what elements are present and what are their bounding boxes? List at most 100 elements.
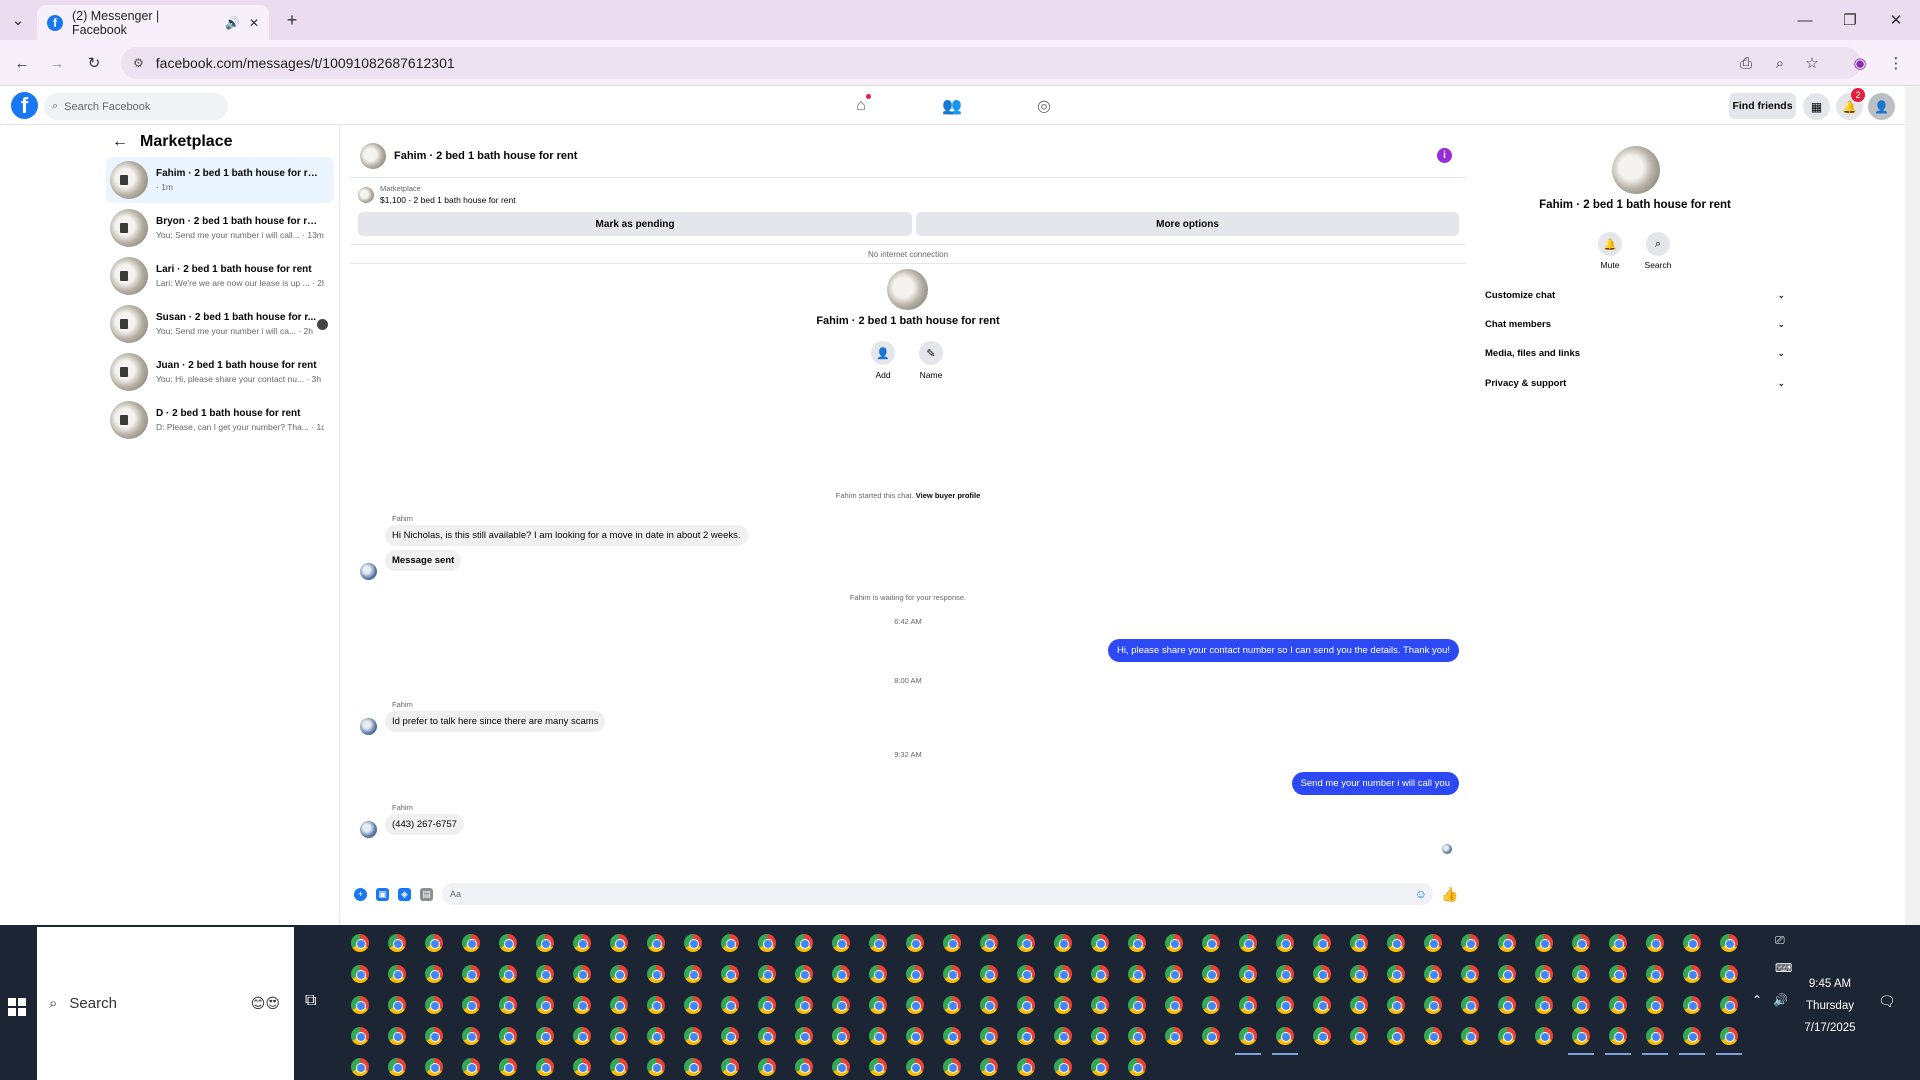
- chrome-window-icon[interactable]: [1387, 965, 1405, 983]
- chrome-window-icon[interactable]: [1091, 1058, 1109, 1076]
- chrome-window-icon[interactable]: [1091, 1027, 1109, 1045]
- chrome-window-icon[interactable]: [1498, 965, 1516, 983]
- chrome-window-icon[interactable]: [906, 934, 924, 952]
- friends-icon[interactable]: 👥: [941, 95, 963, 117]
- groups-icon[interactable]: ◎: [1033, 95, 1055, 117]
- chrome-window-icon[interactable]: [1165, 965, 1183, 983]
- chrome-window-icon[interactable]: [388, 934, 406, 952]
- chrome-window-icon[interactable]: [647, 996, 665, 1014]
- chrome-window-icon[interactable]: [610, 965, 628, 983]
- chrome-window-icon[interactable]: [795, 965, 813, 983]
- chrome-window-icon[interactable]: [1572, 934, 1590, 952]
- chrome-window-icon[interactable]: [647, 1027, 665, 1045]
- chrome-window-icon[interactable]: [1609, 996, 1627, 1014]
- chrome-window-icon[interactable]: [943, 965, 961, 983]
- chrome-window-icon[interactable]: [721, 934, 739, 952]
- conversation-item[interactable]: Fahim · 2 bed 1 bath house for rent · 1m: [106, 157, 334, 203]
- plus-icon[interactable]: +: [354, 887, 367, 901]
- tray-overflow-chevron-icon[interactable]: ⌃: [1752, 993, 1762, 1007]
- chrome-window-icon[interactable]: [684, 1027, 702, 1045]
- incoming-message[interactable]: (443) 267-6757: [385, 814, 464, 835]
- chrome-window-icon[interactable]: [1128, 1027, 1146, 1045]
- chrome-window-icon[interactable]: [388, 996, 406, 1014]
- minimize-button[interactable]: —: [1795, 10, 1815, 30]
- chrome-window-icon[interactable]: [1642, 1027, 1668, 1055]
- chrome-window-icon[interactable]: [869, 965, 887, 983]
- chrome-window-icon[interactable]: [1679, 1027, 1705, 1055]
- chrome-window-icon[interactable]: [1128, 934, 1146, 952]
- chrome-window-icon[interactable]: [721, 965, 739, 983]
- chrome-window-icon[interactable]: [647, 965, 665, 983]
- chrome-window-icon[interactable]: [721, 996, 739, 1014]
- chrome-window-icon[interactable]: [1091, 934, 1109, 952]
- more-options-button[interactable]: More options: [916, 212, 1459, 236]
- facebook-logo-icon[interactable]: f: [11, 92, 38, 119]
- chrome-window-icon[interactable]: [1683, 996, 1701, 1014]
- chrome-window-icon[interactable]: [1165, 1027, 1183, 1045]
- chrome-window-icon[interactable]: [1313, 934, 1331, 952]
- browser-tab[interactable]: f (2) Messenger | Facebook 🔊 ✕: [37, 5, 269, 40]
- chrome-window-icon[interactable]: [1239, 965, 1257, 983]
- chrome-window-icon[interactable]: [1350, 934, 1368, 952]
- chrome-window-icon[interactable]: [1017, 934, 1035, 952]
- chrome-window-icon[interactable]: [1313, 965, 1331, 983]
- windows-start-icon[interactable]: [8, 998, 26, 1016]
- chrome-window-icon[interactable]: [388, 1058, 406, 1076]
- chrome-window-icon[interactable]: [1720, 996, 1738, 1014]
- volume-icon[interactable]: 🔊: [1773, 993, 1788, 1007]
- chrome-window-icon[interactable]: [536, 1058, 554, 1076]
- chrome-window-icon[interactable]: [1605, 1027, 1631, 1055]
- chrome-window-icon[interactable]: [906, 965, 924, 983]
- chrome-window-icon[interactable]: [758, 934, 776, 952]
- chrome-window-icon[interactable]: [869, 996, 887, 1014]
- chrome-window-icon[interactable]: [684, 965, 702, 983]
- chrome-window-icon[interactable]: [758, 1058, 776, 1076]
- chrome-window-icon[interactable]: [462, 1027, 480, 1045]
- omnibox[interactable]: ⚙ facebook.com/messages/t/10091082687612…: [121, 47, 1861, 79]
- chrome-window-icon[interactable]: [1202, 1027, 1220, 1045]
- chrome-window-icon[interactable]: [684, 1058, 702, 1076]
- chrome-window-icon[interactable]: [1276, 965, 1294, 983]
- photo-icon[interactable]: ▣: [376, 887, 389, 901]
- chrome-window-icon[interactable]: [832, 996, 850, 1014]
- chrome-window-icon[interactable]: [351, 934, 369, 952]
- chrome-window-icon[interactable]: [1461, 996, 1479, 1014]
- chrome-window-icon[interactable]: [1498, 934, 1516, 952]
- menu-grid-icon[interactable]: ▦: [1803, 93, 1830, 120]
- chrome-window-icon[interactable]: [1535, 934, 1553, 952]
- chrome-window-icon[interactable]: [610, 996, 628, 1014]
- chrome-window-icon[interactable]: [1239, 996, 1257, 1014]
- chrome-window-icon[interactable]: [1350, 1027, 1368, 1045]
- chrome-window-icon[interactable]: [1683, 934, 1701, 952]
- chrome-window-icon[interactable]: [1720, 965, 1738, 983]
- conversation-item[interactable]: Lari · 2 bed 1 bath house for rent Lari: …: [106, 253, 334, 299]
- tray-display-icon[interactable]: ⎚: [1775, 933, 1785, 948]
- chrome-window-icon[interactable]: [1424, 1027, 1442, 1045]
- chrome-window-icon[interactable]: [610, 934, 628, 952]
- outgoing-message[interactable]: Send me your number i will call you: [1291, 772, 1459, 795]
- chrome-window-icon[interactable]: [1535, 1027, 1553, 1045]
- chrome-window-icon[interactable]: [1313, 996, 1331, 1014]
- chrome-window-icon[interactable]: [1017, 996, 1035, 1014]
- chrome-window-icon[interactable]: [573, 1027, 591, 1045]
- chrome-window-icon[interactable]: [425, 965, 443, 983]
- chrome-window-icon[interactable]: [1609, 934, 1627, 952]
- section-privacy-support[interactable]: Privacy & support ⌄: [1485, 372, 1785, 394]
- chrome-window-icon[interactable]: [1091, 965, 1109, 983]
- chrome-window-icon[interactable]: [425, 996, 443, 1014]
- find-friends-button[interactable]: Find friends: [1729, 93, 1796, 119]
- chrome-window-icon[interactable]: [499, 934, 517, 952]
- profile-icon[interactable]: ◉: [1850, 53, 1870, 73]
- chrome-window-icon[interactable]: [906, 996, 924, 1014]
- chrome-window-icon[interactable]: [1424, 996, 1442, 1014]
- chrome-window-icon[interactable]: [684, 934, 702, 952]
- chrome-window-icon[interactable]: [573, 965, 591, 983]
- listing-info[interactable]: Marketplace $1,100 - 2 bed 1 bath house …: [358, 184, 516, 205]
- chrome-window-icon[interactable]: [1202, 965, 1220, 983]
- chrome-window-icon[interactable]: [573, 1058, 591, 1076]
- chrome-window-icon[interactable]: [1609, 965, 1627, 983]
- chrome-window-icon[interactable]: [536, 1027, 554, 1045]
- conversation-item[interactable]: Juan · 2 bed 1 bath house for rent You: H…: [106, 349, 334, 395]
- close-tab-icon[interactable]: ✕: [249, 16, 259, 30]
- chrome-window-icon[interactable]: [943, 1027, 961, 1045]
